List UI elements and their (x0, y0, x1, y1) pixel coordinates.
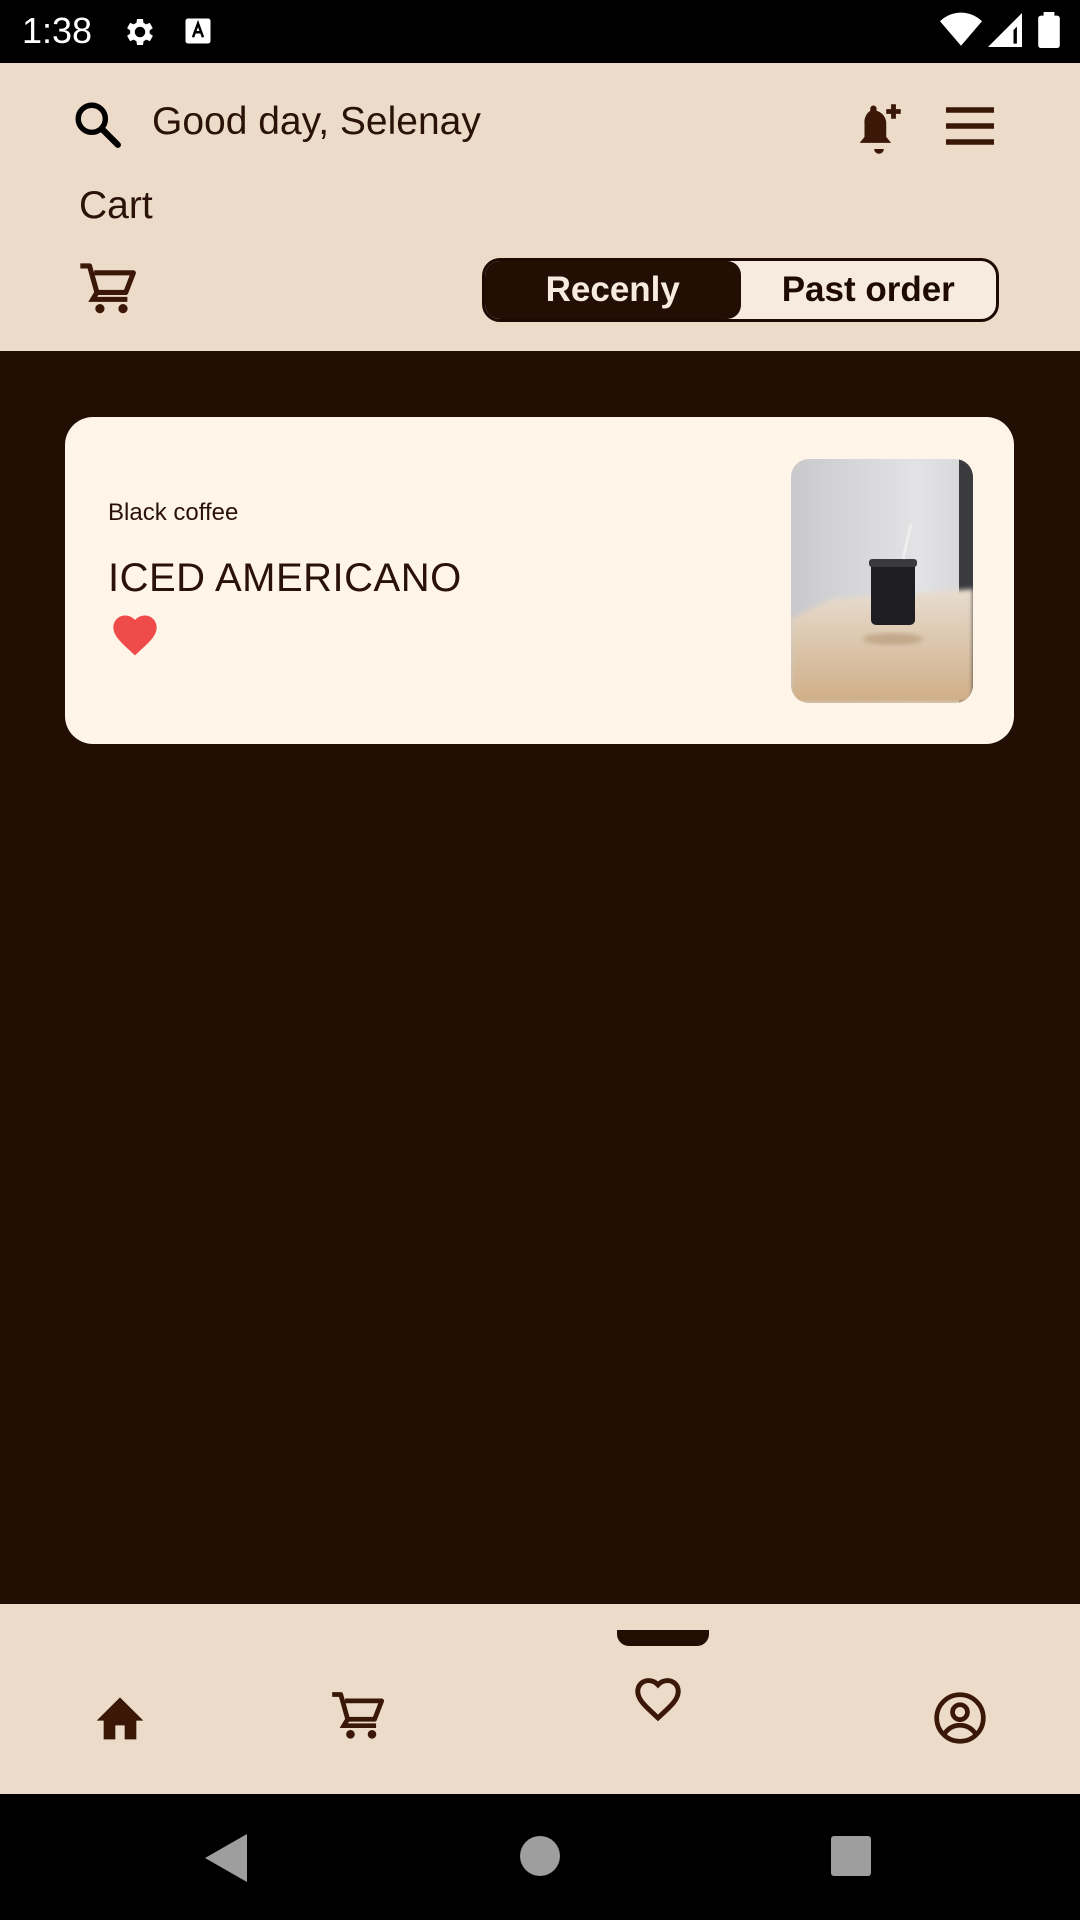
cart-icon[interactable] (78, 261, 138, 317)
profile-icon[interactable] (932, 1690, 988, 1746)
status-time: 1:38 (22, 10, 93, 51)
bell-plus-icon[interactable] (850, 97, 908, 155)
greeting-text: Good day, Selenay (152, 100, 481, 143)
signal-icon (988, 12, 1022, 48)
menu-icon[interactable] (940, 101, 1000, 151)
system-navigation-bar (0, 1794, 1080, 1920)
tab-past-order[interactable]: Past order (741, 261, 997, 319)
item-category: Black coffee (108, 499, 239, 526)
selected-indicator (617, 1630, 709, 1646)
settings-icon (122, 14, 158, 50)
recents-square-icon[interactable] (831, 1836, 871, 1876)
status-bar: 1:38 (0, 0, 1080, 63)
nav-heart-icon[interactable] (630, 1672, 686, 1726)
item-name: ICED AMERICANO (108, 556, 462, 600)
back-icon[interactable] (205, 1834, 247, 1882)
page-title: Cart (79, 184, 153, 227)
tab-recenly[interactable]: Recenly (485, 261, 741, 319)
product-image (791, 459, 973, 703)
cart-item-card[interactable]: Black coffee ICED AMERICANO (65, 417, 1014, 744)
home-icon[interactable] (92, 1690, 148, 1742)
favorite-heart-icon[interactable] (109, 609, 161, 661)
search-icon[interactable] (72, 99, 122, 149)
app-header: Good day, Selenay Cart Recenly Past orde… (0, 63, 1080, 351)
bottom-navigation (0, 1604, 1080, 1794)
font-a-icon (183, 16, 213, 46)
wifi-icon (940, 12, 982, 48)
battery-icon (1038, 12, 1060, 48)
home-circle-icon[interactable] (520, 1836, 560, 1876)
nav-cart-icon[interactable] (330, 1688, 386, 1744)
order-tabs: Recenly Past order (482, 258, 999, 322)
